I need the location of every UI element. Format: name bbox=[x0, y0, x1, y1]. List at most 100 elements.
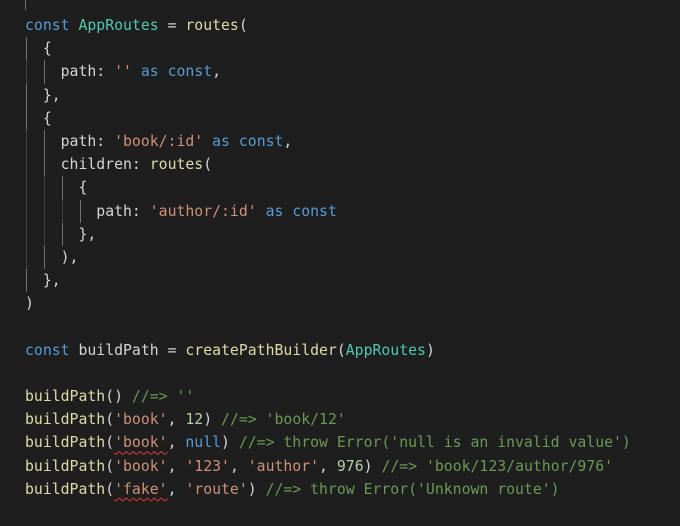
indent-guide bbox=[44, 176, 46, 200]
indent-guide bbox=[26, 269, 27, 293]
indent-guide bbox=[44, 222, 46, 246]
code-token: ) bbox=[425, 341, 435, 359]
code-token: = bbox=[158, 341, 186, 359]
code-token: AppRoutes bbox=[345, 341, 426, 359]
code-token: 'book' bbox=[114, 411, 168, 429]
code-token: buildPath bbox=[25, 411, 106, 429]
indent-guide bbox=[26, 199, 27, 223]
code-token: '123' bbox=[185, 457, 230, 475]
code-token: ( bbox=[105, 480, 115, 498]
code-token: //=> 'book/12' bbox=[221, 411, 346, 429]
code-line: const buildPath = createPathBuilder(AppR… bbox=[25, 339, 680, 362]
indent-guide bbox=[44, 199, 46, 223]
code-token: 'book' bbox=[114, 457, 168, 475]
code-token: const bbox=[238, 132, 284, 150]
code-token: as bbox=[140, 63, 159, 81]
code-token: ) bbox=[203, 411, 222, 429]
code-token: , bbox=[212, 63, 222, 81]
code-token: }, bbox=[42, 86, 61, 104]
code-token: 'author/:id' bbox=[149, 202, 257, 220]
indent-guide bbox=[44, 153, 46, 177]
code-token: , bbox=[167, 457, 186, 475]
code-token: routes bbox=[185, 17, 239, 34]
code-token: , bbox=[167, 480, 186, 498]
code-token: routes bbox=[149, 156, 204, 174]
code-line: const AppRoutes = routes( bbox=[25, 14, 680, 37]
code-token: = bbox=[158, 17, 186, 34]
code-token: ) bbox=[25, 295, 34, 313]
code-token: 976 bbox=[336, 457, 364, 475]
code-token: : bbox=[96, 132, 115, 150]
code-token: ) bbox=[363, 457, 382, 475]
indent-guide bbox=[26, 60, 27, 84]
code-token: createPathBuilder bbox=[185, 341, 337, 359]
indent-guide-top bbox=[25, 0, 26, 10]
code-token: : bbox=[131, 156, 150, 174]
code-editor[interactable]: const AppRoutes = routes( { path: '' as … bbox=[0, 0, 680, 526]
indent-guide bbox=[80, 199, 82, 223]
code-line: children: routes( bbox=[25, 153, 680, 177]
code-token: //=> throw Error('Unknown route') bbox=[265, 480, 560, 498]
code-token: ) bbox=[247, 480, 266, 498]
code-token: ( bbox=[336, 341, 346, 359]
code-line: buildPath('book', null) //=> throw Error… bbox=[25, 431, 680, 454]
indent-guide bbox=[26, 153, 27, 177]
code-line: path: 'book/:id' as const, bbox=[25, 129, 680, 154]
code-token: as bbox=[212, 132, 230, 150]
indent-guide bbox=[44, 129, 46, 154]
code-token: as bbox=[265, 202, 284, 220]
code-area[interactable]: const AppRoutes = routes( { path: '' as … bbox=[25, 14, 680, 501]
code-line: buildPath('fake', 'route') //=> throw Er… bbox=[25, 478, 680, 501]
indent-guide bbox=[62, 199, 64, 223]
code-line: { bbox=[25, 176, 680, 200]
code-token: buildPath bbox=[25, 480, 106, 498]
code-token: ( bbox=[105, 457, 115, 475]
code-token: AppRoutes bbox=[78, 17, 159, 34]
code-line: { bbox=[25, 106, 680, 130]
indent-guide bbox=[62, 222, 64, 246]
code-token: }, bbox=[42, 272, 61, 290]
code-token: null bbox=[185, 434, 222, 452]
code-line: }, bbox=[25, 269, 680, 293]
indent-guide bbox=[44, 60, 46, 84]
code-token: const bbox=[167, 63, 213, 81]
code-line: ), bbox=[25, 245, 680, 270]
code-token: }, bbox=[78, 225, 97, 243]
code-line: }, bbox=[25, 83, 680, 107]
indent-guide bbox=[44, 245, 46, 270]
code-token: , bbox=[167, 434, 186, 452]
code-token: '' bbox=[114, 63, 132, 81]
code-token: //=> throw Error('null is an invalid val… bbox=[238, 434, 631, 452]
code-token: //=> '' bbox=[131, 388, 195, 405]
code-line: buildPath() //=> '' bbox=[25, 385, 680, 408]
code-token: const bbox=[25, 341, 70, 359]
code-line: path: 'author/:id' as const bbox=[25, 199, 680, 223]
code-token: , bbox=[283, 132, 293, 150]
code-token: : bbox=[96, 63, 115, 81]
code-token: , bbox=[229, 457, 248, 475]
code-token: { bbox=[42, 109, 52, 127]
code-token: ) bbox=[221, 434, 239, 452]
code-token: //=> 'book/123/author/976' bbox=[381, 457, 614, 475]
code-token: const bbox=[25, 17, 70, 34]
code-token: buildPath bbox=[25, 434, 106, 452]
indent-guide bbox=[26, 222, 27, 246]
code-token: { bbox=[78, 179, 88, 197]
code-line: { bbox=[25, 37, 680, 61]
indent-guide bbox=[26, 37, 27, 61]
indent-guide bbox=[26, 83, 27, 107]
code-line: path: '' as const, bbox=[25, 60, 680, 84]
code-token: buildPath bbox=[78, 341, 159, 359]
indent-guide bbox=[62, 176, 64, 200]
code-token: : bbox=[131, 202, 150, 220]
code-token: buildPath bbox=[25, 457, 106, 475]
code-token: () bbox=[105, 388, 132, 405]
code-token: , bbox=[319, 457, 337, 475]
error-token: 'book' bbox=[114, 434, 168, 452]
code-line: }, bbox=[25, 222, 680, 246]
indent-guide bbox=[26, 176, 27, 200]
code-token: const bbox=[292, 202, 337, 220]
